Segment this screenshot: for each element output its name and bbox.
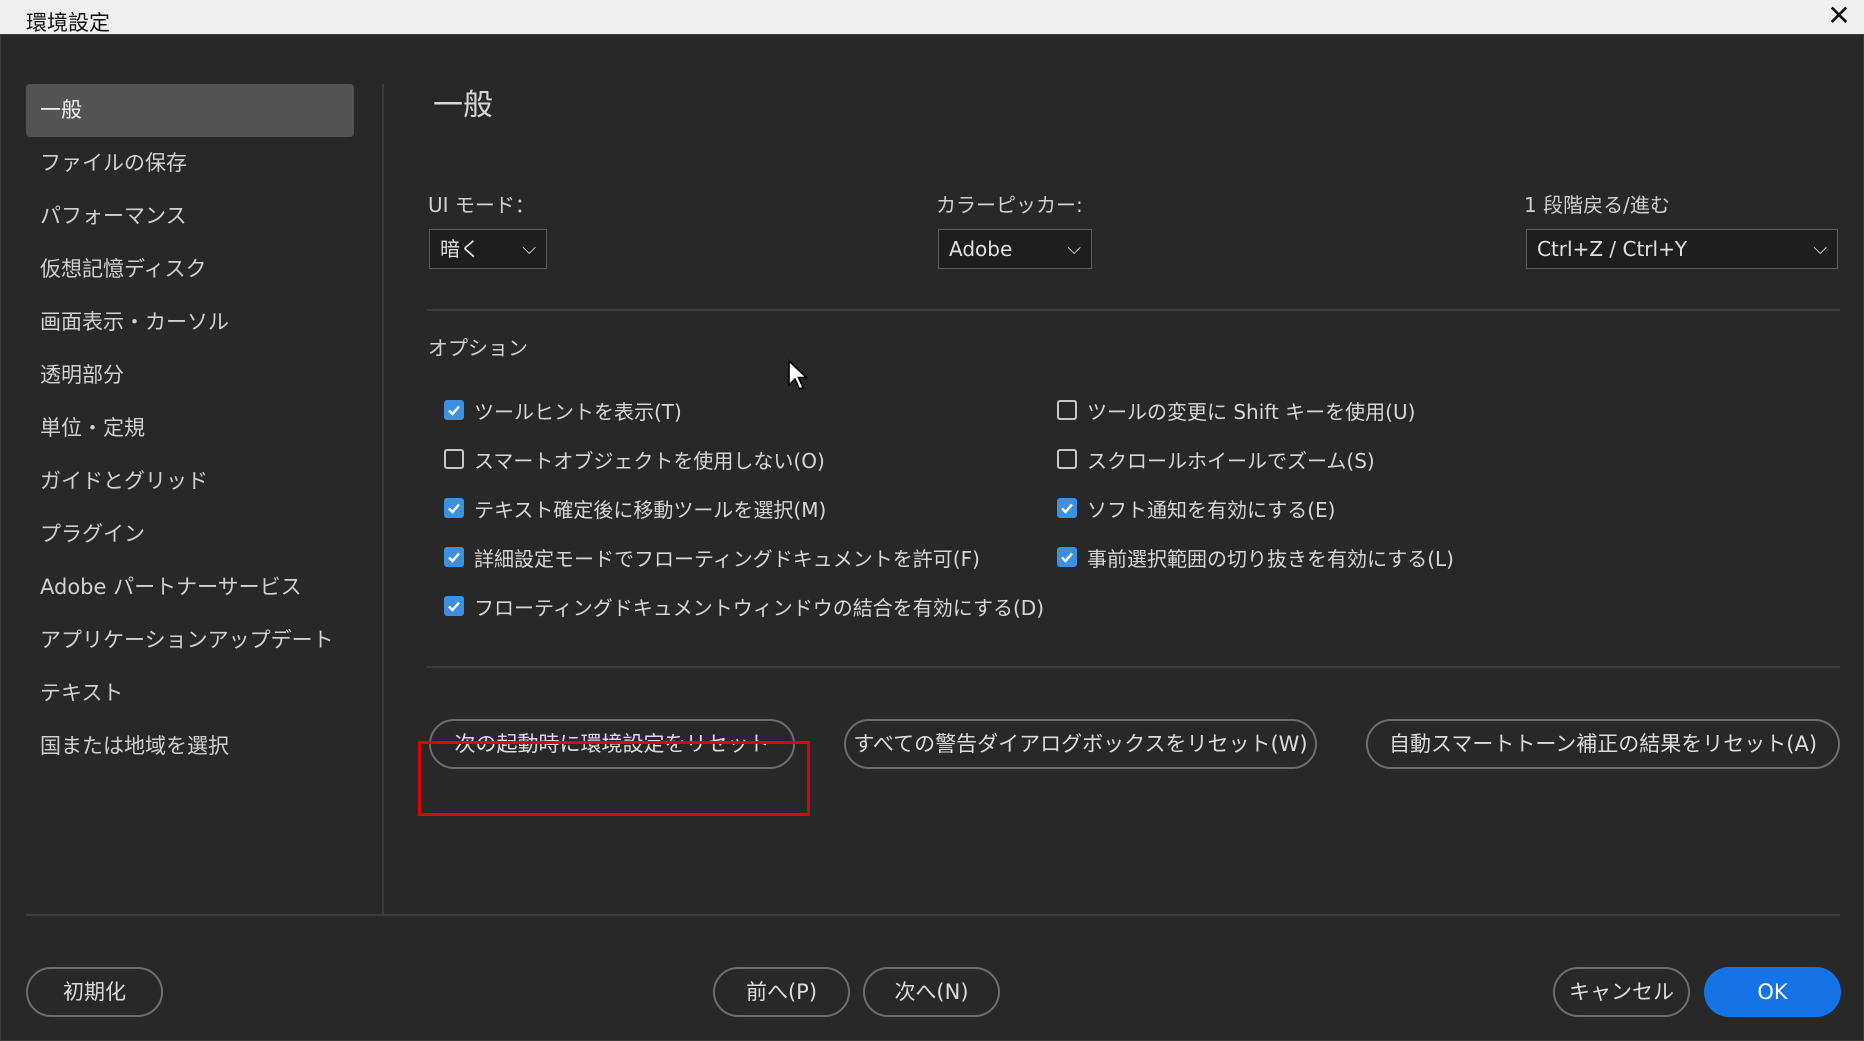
option-shift-tool-switch[interactable]: ツールの変更に Shift キーを使用(U) <box>1057 395 1415 425</box>
undo-step-select[interactable]: Ctrl+Z / Ctrl+Y ⌵ <box>1526 229 1838 269</box>
cancel-button[interactable]: キャンセル <box>1553 967 1690 1017</box>
sidebar-item-scratch-disks[interactable]: 仮想記憶ディスク <box>26 243 354 296</box>
checkbox-checked-icon[interactable] <box>1057 547 1077 567</box>
chevron-down-icon: ⌵ <box>1813 238 1827 259</box>
sidebar-item-guides-grid[interactable]: ガイドとグリッド <box>26 455 354 508</box>
title-bar: 環境設定 ✕ <box>0 0 1864 35</box>
option-label: ツールの変更に Shift キーを使用(U) <box>1087 399 1416 424</box>
option-floating-window-docking[interactable]: フローティングドキュメントウィンドウの結合を有効にする(D) <box>444 591 1044 621</box>
option-soft-notifications[interactable]: ソフト通知を有効にする(E) <box>1057 493 1335 523</box>
option-show-tooltips[interactable]: ツールヒントを表示(T) <box>444 395 682 425</box>
checkbox-checked-icon[interactable] <box>444 400 464 420</box>
sidebar-item-general[interactable]: 一般 <box>26 84 354 137</box>
sidebar-item-performance[interactable]: パフォーマンス <box>26 190 354 243</box>
option-label: スクロールホイールでズーム(S) <box>1087 448 1375 473</box>
option-zoom-with-scroll[interactable]: スクロールホイールでズーム(S) <box>1057 444 1375 474</box>
divider <box>427 309 1840 311</box>
sidebar-item-partner-services[interactable]: Adobe パートナーサービス <box>26 561 354 614</box>
color-picker-label: カラーピッカー: <box>936 193 1083 217</box>
sidebar-item-app-updates[interactable]: アプリケーションアップデート <box>26 614 354 667</box>
close-icon[interactable]: ✕ <box>1824 0 1854 34</box>
reset-auto-tone-button[interactable]: 自動スマートトーン補正の結果をリセット(A) <box>1366 719 1840 769</box>
option-preselection-crop[interactable]: 事前選択範囲の切り抜きを有効にする(L) <box>1057 542 1454 572</box>
sidebar-item-cursors[interactable]: 画面表示・カーソル <box>26 296 354 349</box>
chevron-down-icon: ⌵ <box>1067 238 1081 259</box>
sidebar-item-units-rulers[interactable]: 単位・定規 <box>26 402 354 455</box>
page-title: 一般 <box>433 88 493 123</box>
undo-step-label: 1 段階戻る/進む <box>1524 193 1670 217</box>
checkbox-checked-icon[interactable] <box>1057 498 1077 518</box>
option-no-smart-object[interactable]: スマートオブジェクトを使用しない(O) <box>444 444 825 474</box>
footer-divider <box>26 914 1840 916</box>
option-label: フローティングドキュメントウィンドウの結合を有効にする(D) <box>474 595 1045 620</box>
restore-defaults-button[interactable]: 初期化 <box>26 967 163 1017</box>
ui-mode-select[interactable]: 暗く ⌵ <box>429 229 547 269</box>
reset-preferences-button[interactable]: 次の起動時に環境設定をリセット <box>429 719 795 769</box>
ui-mode-value: 暗く <box>440 237 480 261</box>
window-title: 環境設定 <box>26 11 110 35</box>
checkbox-unchecked-icon[interactable] <box>444 449 464 469</box>
option-label: ソフト通知を有効にする(E) <box>1087 497 1336 522</box>
option-label: 事前選択範囲の切り抜きを有効にする(L) <box>1087 546 1454 571</box>
mouse-pointer-icon <box>788 359 809 391</box>
sidebar-item-region[interactable]: 国または地域を選択 <box>26 720 354 773</box>
sidebar-item-file-handling[interactable]: ファイルの保存 <box>26 137 354 190</box>
checkbox-checked-icon[interactable] <box>444 596 464 616</box>
option-label: テキスト確定後に移動ツールを選択(M) <box>474 497 827 522</box>
previous-button[interactable]: 前へ(P) <box>713 967 850 1017</box>
checkbox-unchecked-icon[interactable] <box>1057 449 1077 469</box>
chevron-down-icon: ⌵ <box>522 238 536 259</box>
next-button[interactable]: 次へ(N) <box>863 967 1000 1017</box>
reset-warnings-button[interactable]: すべての警告ダイアログボックスをリセット(W) <box>844 719 1317 769</box>
sidebar: 一般 ファイルの保存 パフォーマンス 仮想記憶ディスク 画面表示・カーソル 透明… <box>26 84 354 773</box>
checkbox-checked-icon[interactable] <box>444 547 464 567</box>
option-label: ツールヒントを表示(T) <box>474 399 682 424</box>
preferences-dialog: 一般 ファイルの保存 パフォーマンス 仮想記憶ディスク 画面表示・カーソル 透明… <box>0 34 1864 1041</box>
option-move-tool-after-commit[interactable]: テキスト確定後に移動ツールを選択(M) <box>444 493 826 523</box>
option-label: 詳細設定モードでフローティングドキュメントを許可(F) <box>474 546 980 571</box>
sidebar-item-transparency[interactable]: 透明部分 <box>26 349 354 402</box>
option-label: スマートオブジェクトを使用しない(O) <box>474 448 825 473</box>
option-floating-documents[interactable]: 詳細設定モードでフローティングドキュメントを許可(F) <box>444 542 980 572</box>
color-picker-select[interactable]: Adobe ⌵ <box>938 229 1092 269</box>
checkbox-unchecked-icon[interactable] <box>1057 400 1077 420</box>
checkbox-checked-icon[interactable] <box>444 498 464 518</box>
options-section-label: オプション <box>428 336 528 360</box>
color-picker-value: Adobe <box>949 237 1013 261</box>
sidebar-item-plugins[interactable]: プラグイン <box>26 508 354 561</box>
ui-mode-label: UI モード： <box>428 193 535 217</box>
sidebar-item-type[interactable]: テキスト <box>26 667 354 720</box>
ok-button[interactable]: OK <box>1704 967 1841 1017</box>
sidebar-divider <box>382 84 384 916</box>
divider <box>427 666 1840 668</box>
undo-step-value: Ctrl+Z / Ctrl+Y <box>1537 237 1688 261</box>
